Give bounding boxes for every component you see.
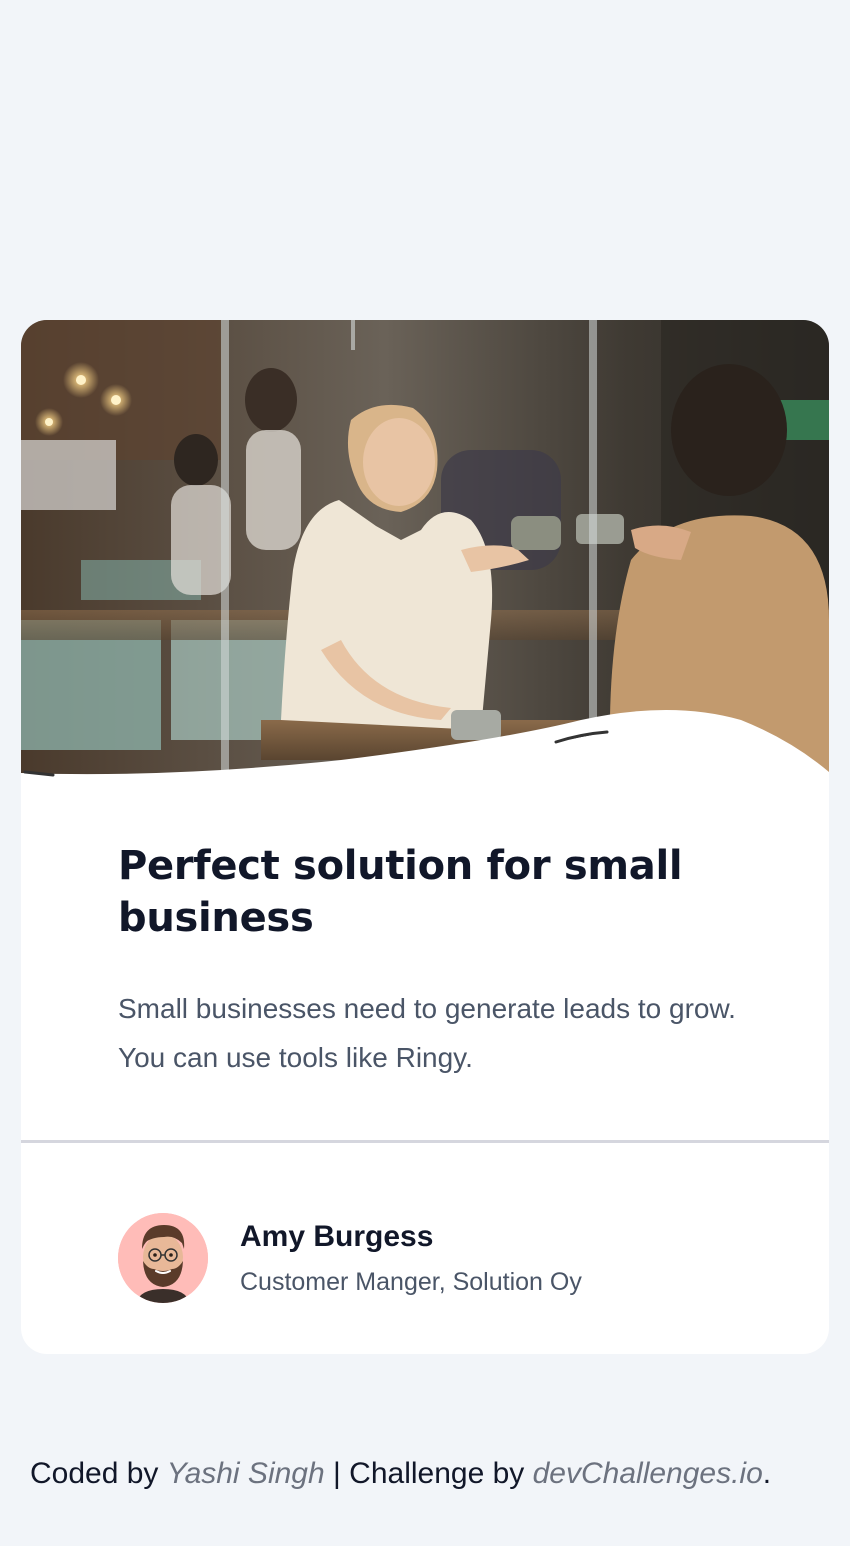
card-description: Small businesses need to generate leads … [118,993,736,1073]
hero-image [21,320,829,780]
avatar [118,1213,208,1303]
memoji-avatar-icon [118,1213,208,1303]
author-text: Amy Burgess Customer Manger, Solution Oy [240,1219,582,1297]
page: Perfect solution for small business Smal… [0,0,850,1546]
footer-separator: | [333,1457,341,1490]
author-block: Amy Burgess Customer Manger, Solution Oy [118,1213,582,1303]
footer-period: . [762,1457,772,1490]
footer-attribution: Coded by Yashi Singh | Challenge by devC… [30,1454,771,1494]
challenge-by-label: Challenge by [349,1457,525,1490]
author-link[interactable]: Yashi Singh [167,1457,325,1490]
divider [21,1140,829,1143]
testimonial-card: Perfect solution for small business Smal… [21,320,829,1354]
author-name: Amy Burgess [240,1220,434,1253]
card-title: Perfect solution for small business [118,843,683,941]
card-body: Perfect solution for small business Smal… [118,840,738,1082]
author-role: Customer Manger, Solution Oy [240,1268,582,1296]
devchallenges-link[interactable]: devChallenges.io [533,1457,763,1490]
coded-by-label: Coded by [30,1457,159,1490]
